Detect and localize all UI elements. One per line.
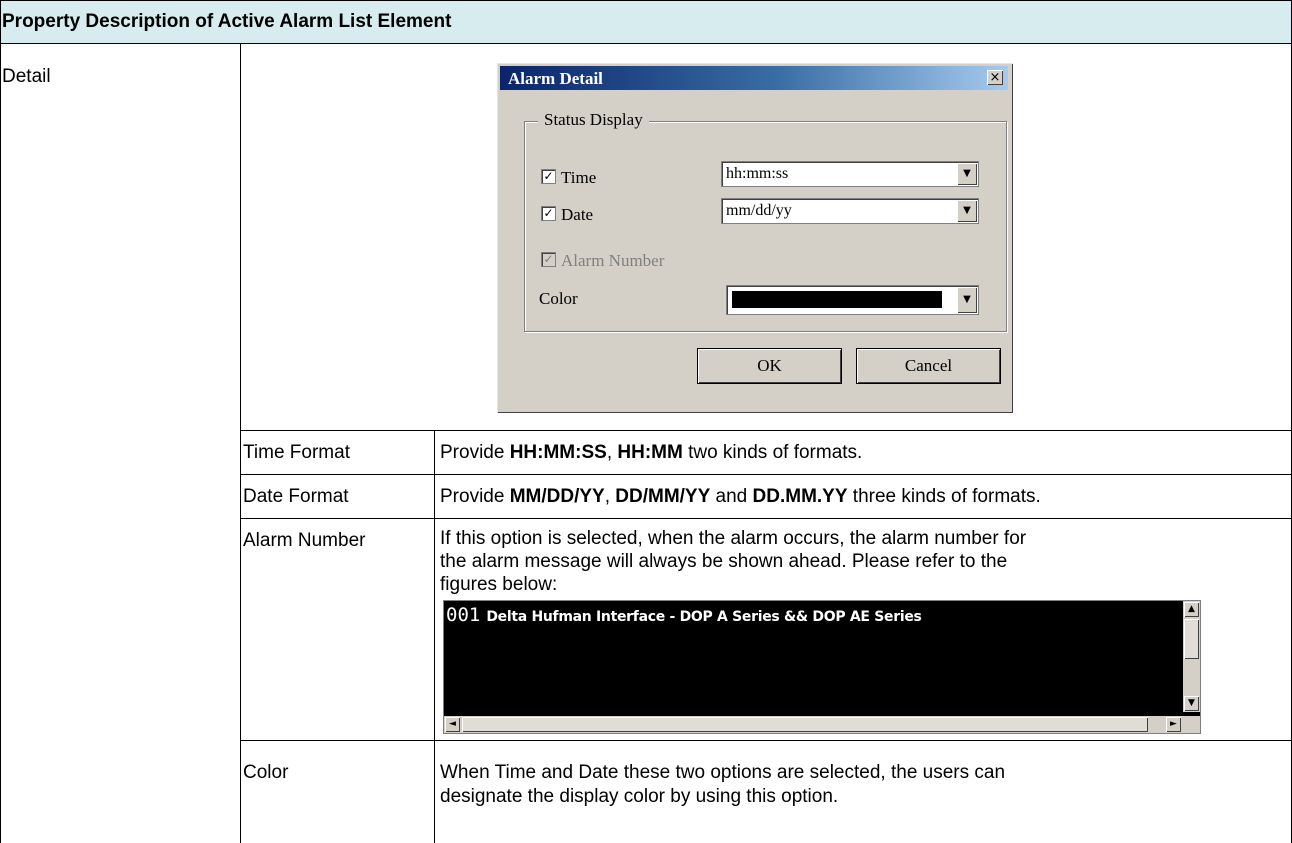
divider [240, 430, 1292, 431]
alarm-line: 001 Delta Hufman Interface - DOP A Series… [446, 604, 922, 626]
dialog-title: Alarm Detail [508, 69, 603, 88]
time-format-value: hh:mm:ss [726, 165, 789, 182]
desc-text: and [710, 486, 753, 507]
chevron-down-icon[interactable]: ▼ [957, 200, 977, 222]
scroll-up-icon[interactable]: ▲ [1184, 602, 1199, 617]
scroll-down-icon[interactable]: ▼ [1184, 696, 1199, 711]
divider [240, 43, 241, 843]
row-desc-line: figures below: [440, 574, 558, 595]
chevron-down-icon[interactable]: ▼ [957, 163, 977, 185]
vertical-scrollbar[interactable]: ▲ ▼ [1183, 601, 1200, 712]
alarm-number: 001 [446, 604, 481, 626]
format-token: DD/MM/YY [615, 486, 711, 507]
date-format-select[interactable]: mm/dd/yy ▼ [721, 198, 979, 224]
format-token: HH:MM [617, 442, 683, 463]
close-icon[interactable]: × [987, 70, 1003, 85]
alarm-message: Delta Hufman Interface - DOP A Series &&… [486, 609, 922, 625]
divider [240, 474, 1292, 475]
row-desc-time-format: Provide HH:MM:SS, HH:MM two kinds of for… [440, 440, 862, 466]
desc-text: Provide [440, 486, 510, 507]
horizontal-scrollbar[interactable]: ◄ ► [444, 716, 1183, 733]
color-label: Color [539, 289, 578, 308]
row-name-time-format: Time Format [243, 442, 350, 463]
date-format-value: mm/dd/yy [726, 202, 792, 219]
row-name-color: Color [243, 762, 289, 783]
desc-text: , [606, 442, 618, 463]
time-format-select[interactable]: hh:mm:ss ▼ [721, 161, 979, 187]
chevron-down-icon[interactable]: ▼ [957, 287, 977, 313]
divider [0, 0, 1292, 1]
format-token: DD.MM.YY [752, 486, 848, 507]
divider [240, 740, 1292, 741]
scroll-thumb[interactable] [462, 717, 1148, 732]
divider [240, 518, 1292, 519]
dialog-titlebar: Alarm Detail × [500, 66, 1008, 90]
desc-text: two kinds of formats. [682, 442, 863, 463]
group-label: Status Display [538, 110, 649, 130]
format-token: MM/DD/YY [509, 486, 605, 507]
alarm-number-label: Alarm Number [561, 251, 665, 270]
table-header: Property Description of Active Alarm Lis… [0, 0, 1292, 43]
date-label: Date [561, 205, 594, 224]
table-title: Property Description of Active Alarm Lis… [2, 11, 452, 32]
property-table: Property Description of Active Alarm Lis… [0, 0, 1292, 843]
scroll-corner [1183, 716, 1200, 733]
row-name-date-format: Date Format [243, 486, 349, 507]
ok-button[interactable]: OK [698, 349, 841, 383]
scroll-thumb[interactable] [1184, 619, 1199, 659]
cancel-button[interactable]: Cancel [857, 349, 1000, 383]
alarm-detail-dialog: Alarm Detail × Status Display ✓ Time hh:… [497, 63, 1013, 413]
desc-text: three kinds of formats. [847, 486, 1041, 507]
row-name-alarm-number: Alarm Number [243, 530, 366, 551]
desc-text: Provide [440, 442, 510, 463]
divider [0, 43, 1292, 44]
row-desc-line: designate the display color by using thi… [440, 786, 839, 807]
format-token: HH:MM:SS [509, 442, 607, 463]
section-label: Detail [2, 66, 51, 87]
alarm-number-checkbox: ✓ [541, 252, 556, 267]
divider [0, 0, 1, 843]
color-select[interactable]: ▼ [726, 285, 979, 315]
color-swatch [732, 291, 942, 308]
time-label: Time [561, 168, 597, 187]
alarm-list-preview: 001 Delta Hufman Interface - DOP A Series… [443, 600, 1201, 734]
scroll-right-icon[interactable]: ► [1166, 717, 1181, 732]
desc-text: , [604, 486, 616, 507]
row-desc-line: When Time and Date these two options are… [440, 762, 1006, 783]
scroll-left-icon[interactable]: ◄ [445, 717, 460, 732]
row-desc-date-format: Provide MM/DD/YY, DD/MM/YY and DD.MM.YY … [440, 484, 1041, 510]
time-checkbox[interactable]: ✓ [541, 169, 556, 184]
date-checkbox[interactable]: ✓ [541, 206, 556, 221]
divider [434, 430, 435, 843]
